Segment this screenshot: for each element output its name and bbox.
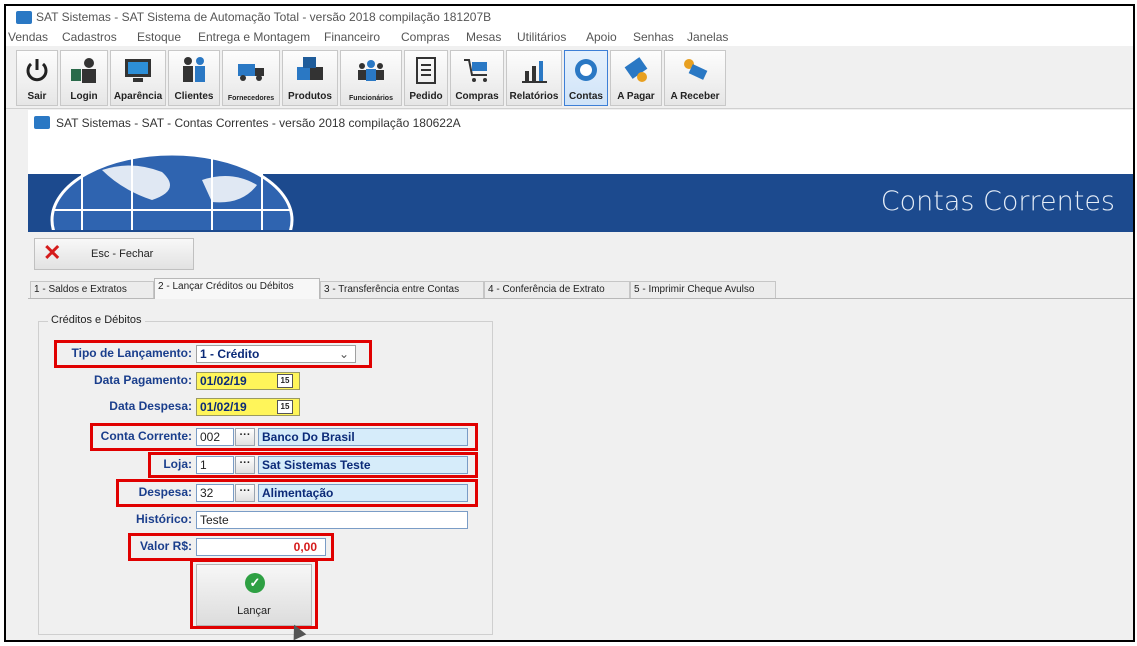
menu-estoque[interactable]: Estoque xyxy=(137,30,181,44)
truck-icon xyxy=(238,64,264,81)
boxes-icon xyxy=(297,57,323,80)
tab-saldos-extratos[interactable]: 1 - Saldos e Extratos xyxy=(30,281,154,298)
child-window-title: SAT Sistemas - SAT - Contas Correntes - … xyxy=(56,116,461,130)
data-despesa-label: Data Despesa: xyxy=(109,399,192,413)
menu-compras[interactable]: Compras xyxy=(401,30,450,44)
cart-icon xyxy=(464,59,487,82)
main-title: SAT Sistemas - SAT Sistema de Automação … xyxy=(36,10,492,24)
highlight-tipo-lancamento xyxy=(54,340,372,368)
toolbar-contas-button[interactable]: Contas xyxy=(564,50,608,106)
menu-vendas[interactable]: Vendas xyxy=(8,30,48,44)
monitor-icon xyxy=(125,59,151,82)
menu-senhas[interactable]: Senhas xyxy=(633,30,674,44)
app-window: SAT Sistemas - SAT Sistema de Automação … xyxy=(4,4,1135,642)
menu-financeiro[interactable]: Financeiro xyxy=(324,30,380,44)
toolbar-login-button[interactable]: Login xyxy=(60,50,108,106)
highlight-loja xyxy=(148,452,478,478)
tab-lancar-creditos-debitos[interactable]: 2 - Lançar Créditos ou Débitos xyxy=(154,278,320,299)
highlight-lancar xyxy=(190,559,318,629)
toolbar-compras-button[interactable]: Compras xyxy=(450,50,504,106)
group-title: Créditos e Débitos xyxy=(48,314,145,326)
toolbar-aparencia-button[interactable]: Aparência xyxy=(110,50,166,106)
clients-icon xyxy=(183,57,205,82)
toolbar-relatorios-button[interactable]: Relatórios xyxy=(506,50,562,106)
toolbar-pedido-button[interactable]: Pedido xyxy=(404,50,448,106)
pay-icon xyxy=(624,57,648,82)
toolbar-fornecedores-button[interactable]: Fornecedores xyxy=(222,50,280,106)
menu-utilitarios[interactable]: Utilitários xyxy=(517,30,566,44)
historico-input[interactable]: Teste xyxy=(196,511,468,529)
toolbar-sair-button[interactable]: Sair xyxy=(16,50,58,106)
highlight-despesa xyxy=(116,479,478,507)
tab-imprimir-cheque[interactable]: 5 - Imprimir Cheque Avulso xyxy=(630,281,776,298)
coins-icon xyxy=(575,59,597,81)
menu-mesas[interactable]: Mesas xyxy=(466,30,501,44)
menu-entrega[interactable]: Entrega e Montagem xyxy=(198,30,310,44)
menu-cadastros[interactable]: Cadastros xyxy=(62,30,117,44)
highlight-conta-corrente xyxy=(90,423,478,451)
close-icon: ✕ xyxy=(43,240,62,265)
toolbar-clientes-button[interactable]: Clientes xyxy=(168,50,220,106)
toolbar-apagar-button[interactable]: A Pagar xyxy=(610,50,662,106)
receive-icon xyxy=(684,59,708,80)
toolbar: Sair Login Aparência Clientes Fornecedor… xyxy=(6,48,1133,109)
banner-title: Contas Correntes xyxy=(880,186,1115,217)
tab-conferencia-extrato[interactable]: 4 - Conferência de Extrato xyxy=(484,281,630,298)
child-app-icon xyxy=(34,116,50,129)
clipboard-icon xyxy=(416,57,436,84)
menu-janelas[interactable]: Janelas xyxy=(687,30,728,44)
calendar-icon[interactable]: 15 xyxy=(277,400,293,414)
close-button[interactable]: ✕ Esc - Fechar xyxy=(34,238,194,270)
menu-apoio[interactable]: Apoio xyxy=(586,30,617,44)
toolbar-areceber-button[interactable]: A Receber xyxy=(664,50,726,106)
calendar-icon[interactable]: 15 xyxy=(277,374,293,388)
menu-bar: Vendas Cadastros Estoque Entrega e Monta… xyxy=(6,28,1133,46)
globe-icon xyxy=(50,152,294,230)
historico-label: Histórico: xyxy=(135,512,192,526)
bar-chart-icon xyxy=(522,61,547,83)
toolbar-funcionarios-button[interactable]: Funcionários xyxy=(340,50,402,106)
highlight-valor xyxy=(128,533,334,561)
data-pagamento-label: Data Pagamento: xyxy=(93,373,192,387)
toolbar-produtos-button[interactable]: Produtos xyxy=(282,50,338,106)
team-icon xyxy=(358,60,384,81)
app-icon xyxy=(16,11,32,24)
tab-bar: 1 - Saldos e Extratos 2 - Lançar Crédito… xyxy=(28,278,1133,299)
power-icon xyxy=(26,59,48,82)
banner: Contas Correntes xyxy=(28,136,1133,232)
login-icon xyxy=(71,58,96,83)
child-window-title-bar: SAT Sistemas - SAT - Contas Correntes - … xyxy=(28,110,1133,137)
main-title-bar: SAT Sistemas - SAT Sistema de Automação … xyxy=(6,6,1133,28)
tab-transferencia[interactable]: 3 - Transferência entre Contas xyxy=(320,281,484,298)
